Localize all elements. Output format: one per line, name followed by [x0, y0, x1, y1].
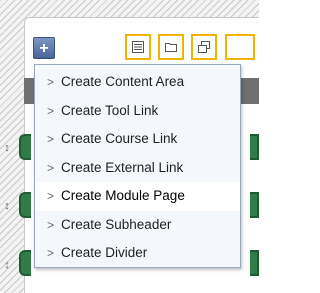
add-menu-item-dropdown: > Create Content Area > Create Tool Link >…: [34, 64, 241, 268]
menu-item-label: Create Module Page: [61, 188, 185, 203]
menu-item-label: Create Tool Link: [61, 102, 159, 118]
list-view-button[interactable]: [125, 34, 151, 60]
drag-handle-icon[interactable]: ↕: [3, 141, 11, 155]
menu-item-left-edge[interactable]: [19, 192, 31, 218]
chevron-right-icon: >: [47, 160, 55, 175]
menu-item-label: Create Subheader: [61, 216, 172, 232]
menu-item-create-subheader[interactable]: > Create Subheader: [35, 211, 240, 240]
course-menu-background: + ↕ ↕ ↕ > Create Content Area > Create Too…: [0, 0, 259, 293]
add-menu-item-button[interactable]: +: [33, 37, 55, 59]
chevron-right-icon: >: [47, 103, 55, 118]
folder-view-button[interactable]: [158, 34, 184, 60]
menu-item-create-content-area[interactable]: > Create Content Area: [35, 68, 240, 97]
drag-handle-icon[interactable]: ↕: [3, 258, 11, 272]
new-window-button[interactable]: [191, 34, 217, 60]
chevron-right-icon: >: [47, 132, 55, 146]
menu-item-create-external-link[interactable]: > Create External Link: [35, 154, 240, 183]
menu-item-right-edge[interactable]: [250, 250, 259, 276]
list-icon: [132, 41, 144, 53]
menu-item-left-edge[interactable]: [19, 250, 31, 276]
menu-item-label: Create External Link: [61, 159, 184, 175]
menu-item-label: Create Divider: [61, 245, 148, 260]
menu-item-create-course-link[interactable]: > Create Course Link: [35, 125, 240, 154]
drag-handle-icon[interactable]: ↕: [3, 199, 11, 213]
menu-item-right-edge[interactable]: [250, 134, 259, 160]
folder-icon: [165, 43, 177, 52]
menu-item-create-divider[interactable]: > Create Divider: [35, 239, 240, 268]
chevron-right-icon: >: [47, 75, 55, 89]
menu-item-label: Create Content Area: [61, 74, 185, 89]
windows-icon: [198, 41, 210, 53]
menu-item-create-tool-link[interactable]: > Create Tool Link: [35, 97, 240, 126]
menu-item-left-edge[interactable]: [19, 134, 31, 160]
chevron-right-icon: >: [47, 189, 55, 203]
chevron-right-icon: >: [47, 217, 55, 232]
menu-item-label: Create Course Link: [61, 131, 178, 146]
menu-item-right-edge[interactable]: [250, 192, 259, 218]
toolbar-button-partial[interactable]: [225, 34, 255, 60]
menu-item-create-module-page[interactable]: > Create Module Page: [35, 182, 240, 211]
chevron-right-icon: >: [47, 246, 55, 260]
